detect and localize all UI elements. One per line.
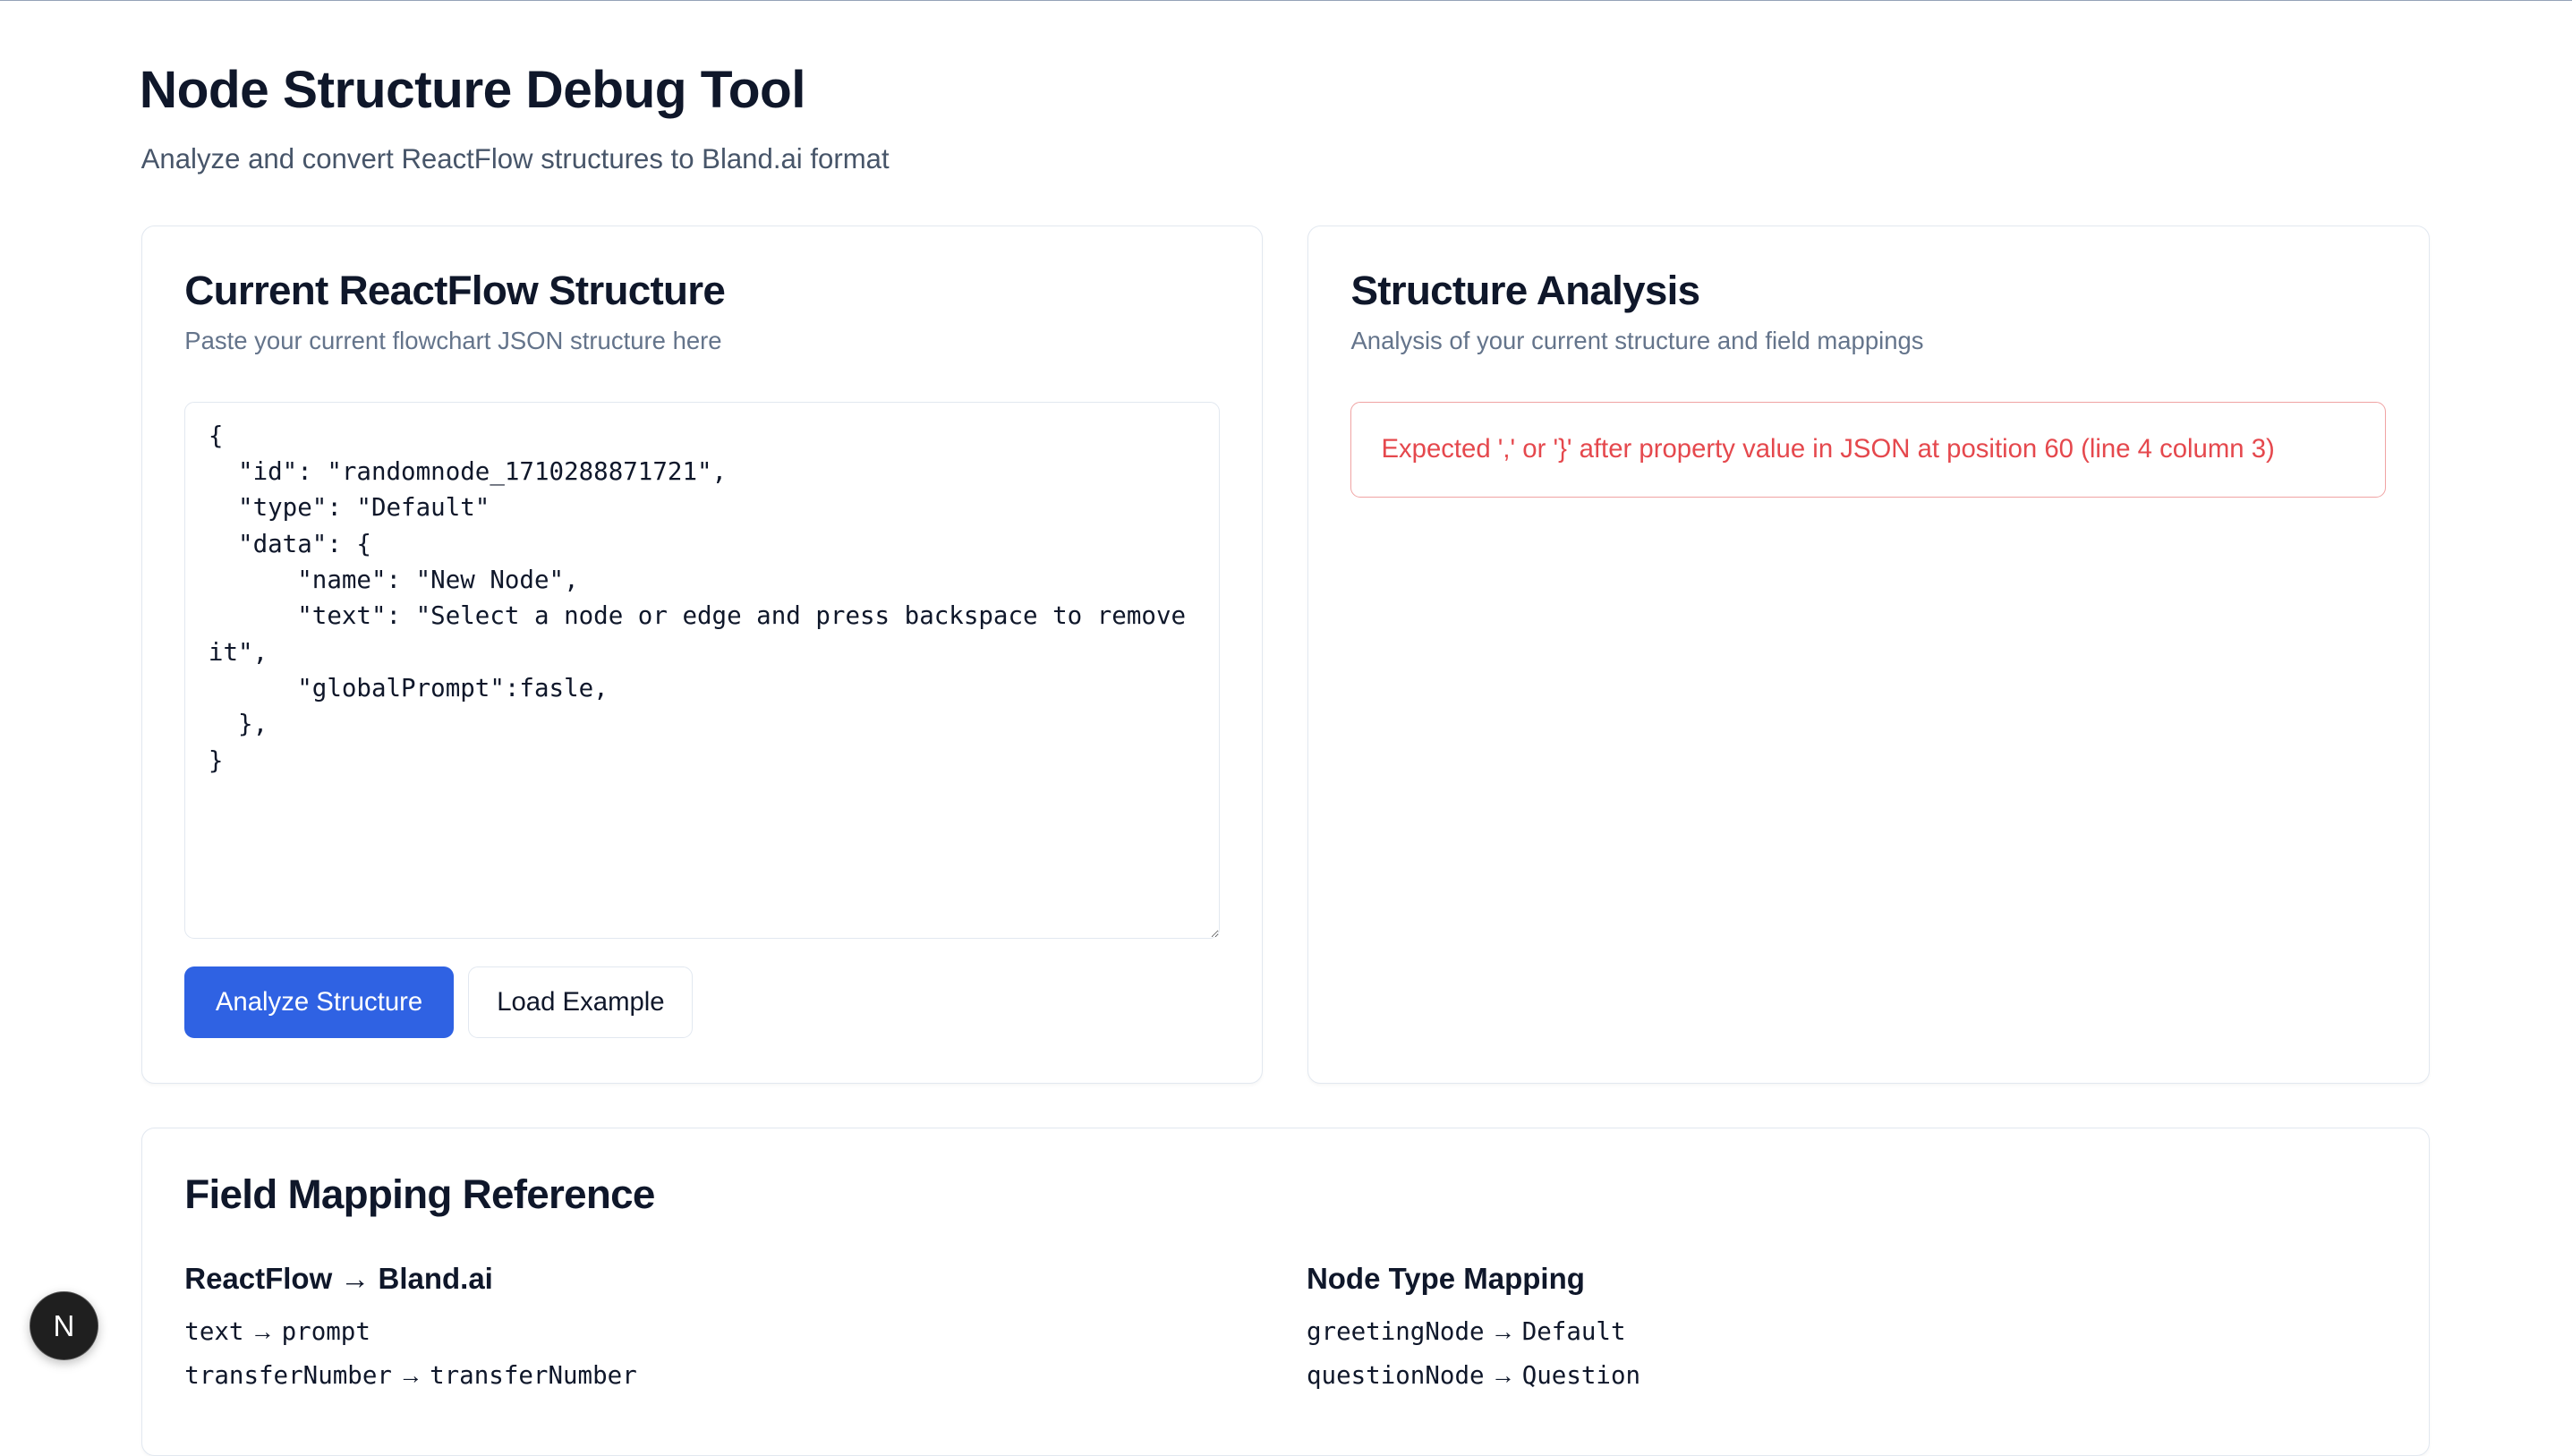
node-type-heading: Node Type Mapping	[1306, 1261, 1585, 1295]
input-card-title: Current ReactFlow Structure	[184, 267, 726, 313]
mapping-from: text	[184, 1316, 244, 1346]
mapping-to: Default	[1521, 1316, 1626, 1346]
mapping-from: transferNumber	[184, 1361, 392, 1391]
analysis-card-description: Analysis of your current structure and f…	[1350, 326, 1924, 354]
type-mapping-row: greetingNode → Default	[1307, 1317, 1626, 1346]
page: Node Structure Debug Tool Analyze and co…	[0, 0, 2572, 1456]
reference-title: Field Mapping Reference	[184, 1171, 655, 1217]
input-card: Current ReactFlow Structure Paste your c…	[141, 226, 1264, 1084]
field-mapping-row: transferNumber → transferNumber	[184, 1361, 636, 1390]
json-input[interactable]	[184, 402, 1220, 939]
field-mapping-row: text → prompt	[184, 1317, 370, 1346]
error-alert: Expected ',' or '}' after property value…	[1350, 402, 2386, 498]
analysis-card-title: Structure Analysis	[1350, 267, 1700, 313]
mapping-to: transferNumber	[430, 1361, 637, 1391]
arrow-icon: →	[398, 1361, 423, 1390]
load-example-button[interactable]: Load Example	[468, 966, 694, 1039]
field-mapping-heading: ReactFlow → Bland.ai	[184, 1261, 493, 1295]
arrow-icon: →	[1490, 1316, 1516, 1345]
arrow-icon: →	[1490, 1361, 1516, 1390]
nextjs-dev-badge-icon[interactable]: N	[29, 1291, 98, 1361]
page-subtitle: Analyze and convert ReactFlow structures…	[141, 143, 890, 175]
page-title: Node Structure Debug Tool	[139, 60, 806, 119]
type-mapping-row: questionNode → Question	[1307, 1361, 1640, 1390]
reference-card: Field Mapping Reference ReactFlow → Blan…	[141, 1128, 2430, 1456]
mapping-to: prompt	[281, 1316, 370, 1346]
analyze-structure-button[interactable]: Analyze Structure	[184, 966, 454, 1039]
mapping-from: questionNode	[1306, 1361, 1485, 1391]
mapping-to: Question	[1521, 1361, 1641, 1391]
analysis-card: Structure Analysis Analysis of your curr…	[1307, 226, 2430, 1084]
mapping-from: greetingNode	[1306, 1316, 1485, 1346]
input-card-description: Paste your current flowchart JSON struct…	[184, 326, 722, 354]
arrow-icon: →	[250, 1316, 276, 1345]
